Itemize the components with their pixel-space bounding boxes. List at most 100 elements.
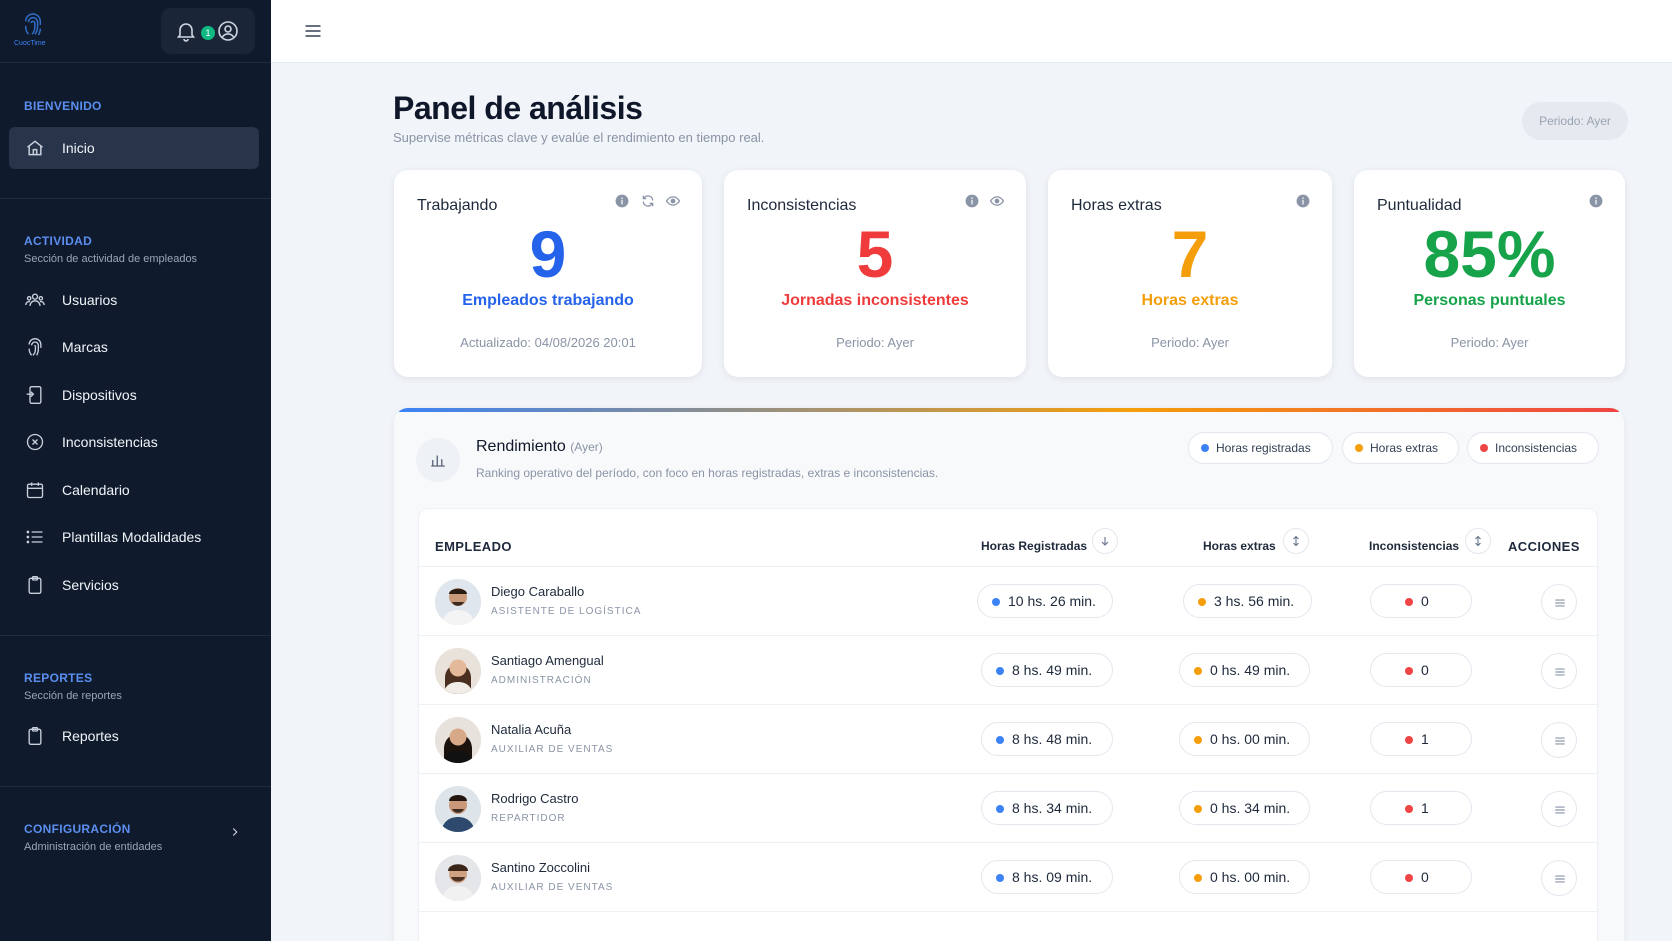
row-actions-button[interactable] [1541, 584, 1577, 620]
app-logo[interactable]: CuocTime [12, 12, 52, 52]
avatar [435, 786, 481, 832]
clipboard-icon [25, 575, 45, 595]
card-value: 5 [856, 217, 894, 291]
sort-both-icon[interactable] [1283, 528, 1309, 554]
table-row[interactable]: Diego Caraballo ASISTENTE DE LOGÍSTICA 1… [419, 566, 1597, 635]
refresh-icon[interactable] [641, 194, 655, 208]
sidebar-item-label: Reportes [62, 728, 119, 744]
employee-role: AUXILIAR DE VENTAS [491, 882, 614, 893]
eye-icon[interactable] [989, 194, 1005, 208]
sidebar-item-label: Calendario [62, 482, 130, 498]
bell-icon[interactable]: 1 [174, 19, 215, 43]
sidebar-item-label: Usuarios [62, 292, 118, 308]
status-dot [1194, 667, 1202, 675]
extra-hours: 3 hs. 56 min. [1214, 593, 1295, 609]
column-header-horas-registradas[interactable]: Horas Registradas [981, 539, 1087, 553]
sidebar-item-label: Servicios [62, 577, 119, 593]
info-icon[interactable] [1296, 194, 1310, 208]
table-row[interactable]: Natalia Acuña AUXILIAR DE VENTAS 8 hs. 4… [419, 704, 1597, 773]
inconsistencies-count: 0 [1421, 869, 1429, 885]
sidebar-item-usuarios[interactable]: Usuarios [9, 279, 259, 321]
card-footer: Periodo: Ayer [1450, 335, 1529, 350]
card-title: Trabajando [417, 197, 498, 214]
section-title-configuracion[interactable]: CONFIGURACIÓN [24, 822, 131, 836]
card-footer: Periodo: Ayer [836, 335, 914, 350]
period-selector[interactable]: Periodo: Ayer [1522, 102, 1628, 140]
sort-down-icon[interactable] [1092, 528, 1118, 554]
clipboard-icon [25, 726, 45, 746]
card-title: Puntualidad [1377, 197, 1462, 214]
column-header-empleado: EMPLEADO [435, 539, 512, 554]
status-dot [1405, 874, 1413, 882]
row-actions-button[interactable] [1541, 722, 1577, 758]
card-value: 85% [1423, 217, 1556, 291]
row-actions-button[interactable] [1541, 791, 1577, 827]
legend-inconsistencias[interactable]: Inconsistencias [1467, 432, 1599, 464]
status-dot [996, 805, 1004, 813]
menu-lines-icon [1555, 737, 1565, 745]
card-footer: Periodo: Ayer [1151, 335, 1229, 350]
legend-dot [1480, 444, 1488, 452]
row-actions-button[interactable] [1541, 860, 1577, 896]
menu-lines-icon [1555, 875, 1565, 883]
card-actions [958, 194, 1005, 210]
chevron-right-icon[interactable] [228, 825, 242, 839]
legend-horas-registradas[interactable]: Horas registradas [1188, 432, 1333, 464]
row-actions-button[interactable] [1541, 653, 1577, 689]
divider [0, 786, 271, 787]
eye-icon[interactable] [665, 194, 681, 208]
sidebar-item-inicio[interactable]: Inicio [9, 127, 259, 169]
fingerprint-icon [25, 337, 45, 357]
sidebar-item-dispositivos[interactable]: Dispositivos [9, 374, 259, 416]
table-row [419, 911, 1597, 941]
info-icon[interactable] [965, 194, 979, 208]
registered-hours: 8 hs. 34 min. [1012, 800, 1093, 816]
performance-period-note: (Ayer) [570, 440, 603, 454]
extra-hours-pill: 0 hs. 00 min. [1179, 722, 1310, 756]
status-dot [1405, 598, 1413, 606]
info-icon[interactable] [615, 194, 629, 208]
page-title: Panel de análisis [393, 90, 643, 126]
table-row[interactable]: Rodrigo Castro REPARTIDOR 8 hs. 34 min. … [419, 773, 1597, 842]
legend-horas-extras[interactable]: Horas extras [1342, 432, 1459, 464]
user-circle-icon[interactable] [216, 19, 240, 43]
sidebar-item-plantillas[interactable]: Plantillas Modalidades [9, 516, 259, 558]
registered-hours-pill: 8 hs. 49 min. [981, 653, 1113, 687]
sidebar-item-reportes[interactable]: Reportes [9, 715, 259, 757]
sidebar-item-calendario[interactable]: Calendario [9, 469, 259, 511]
sort-both-icon[interactable] [1465, 528, 1491, 554]
menu-lines-icon [1555, 668, 1565, 676]
employee-name: Rodrigo Castro [491, 791, 579, 806]
sidebar-item-label: Marcas [62, 339, 108, 355]
sidebar-item-inconsistencias[interactable]: Inconsistencias [9, 421, 259, 463]
column-header-horas-extras[interactable]: Horas extras [1203, 539, 1276, 553]
employee-name: Natalia Acuña [491, 722, 572, 737]
divider [0, 198, 271, 199]
status-dot [1405, 805, 1413, 813]
info-icon[interactable] [1589, 194, 1603, 208]
registered-hours: 10 hs. 26 min. [1008, 593, 1096, 609]
registered-hours: 8 hs. 09 min. [1012, 869, 1093, 885]
users-icon [25, 290, 45, 310]
sidebar-item-marcas[interactable]: Marcas [9, 326, 259, 368]
column-header-acciones: ACCIONES [1508, 539, 1580, 554]
card-trabajando: Trabajando 9 Empleados trabajando Actual… [394, 170, 702, 377]
status-dot [996, 874, 1004, 882]
table-row[interactable]: Santino Zoccolini AUXILIAR DE VENTAS 8 h… [419, 842, 1597, 911]
employee-role: ASISTENTE DE LOGÍSTICA [491, 606, 642, 617]
legend-dot [1201, 444, 1209, 452]
sidebar: CuocTime 1 BIENVENIDO Inicio ACTIVIDAD S… [0, 0, 271, 941]
sidebar-item-label: Inconsistencias [62, 434, 158, 450]
card-actions [1289, 194, 1310, 210]
column-header-inconsistencias[interactable]: Inconsistencias [1369, 539, 1459, 553]
table-row[interactable]: Santiago Amengual ADMINISTRACIÓN 8 hs. 4… [419, 635, 1597, 704]
sidebar-item-servicios[interactable]: Servicios [9, 564, 259, 606]
inconsistencies-count: 0 [1421, 593, 1429, 609]
section-title-reportes: REPORTES [24, 671, 93, 685]
device-icon [25, 385, 45, 405]
status-dot [1194, 805, 1202, 813]
employee-role: REPARTIDOR [491, 813, 566, 824]
header-actions: 1 [161, 8, 255, 54]
employee-name: Diego Caraballo [491, 584, 585, 599]
menu-icon[interactable] [303, 21, 323, 41]
